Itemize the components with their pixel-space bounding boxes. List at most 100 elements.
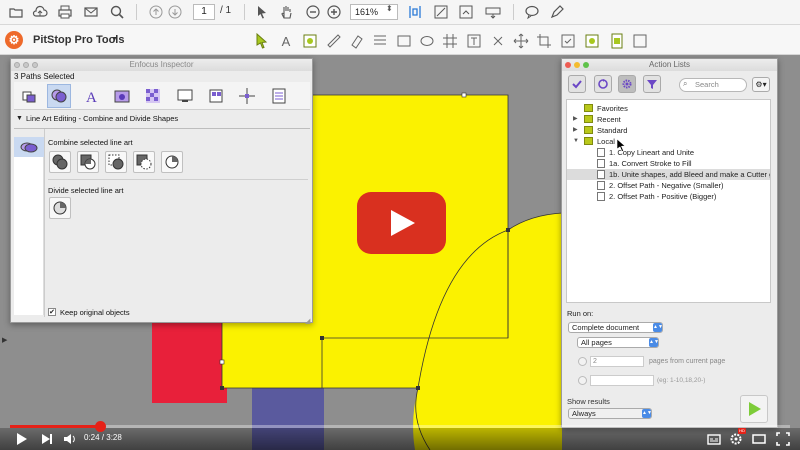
eraser-icon[interactable] (349, 33, 365, 49)
minimize-window-icon[interactable] (23, 62, 29, 68)
subtract-back-button[interactable] (161, 151, 183, 173)
select-cursor-icon[interactable] (253, 3, 271, 21)
tree-item-action-selected[interactable]: 1b. Unite shapes, add Bleed and make a C… (567, 169, 770, 180)
run-action-list-button[interactable] (740, 395, 768, 423)
print-icon[interactable] (56, 3, 74, 21)
tree-item-label: 1b. Unite shapes, add Bleed and make a C… (609, 170, 770, 179)
subtitles-icon[interactable] (706, 431, 722, 447)
run-on-select[interactable]: Complete document (568, 322, 663, 333)
tree-item-action[interactable]: 1a. Convert Stroke to Fill (567, 158, 770, 169)
tab-document-icon[interactable] (173, 84, 197, 108)
action-list-icon[interactable] (609, 33, 625, 49)
play-icon[interactable] (13, 431, 29, 447)
subtract-front-button[interactable] (133, 151, 155, 173)
tab-object-icon[interactable] (17, 84, 41, 108)
hand-tool-icon[interactable] (278, 3, 296, 21)
measure-icon[interactable] (326, 33, 342, 49)
collapse-arrow-icon[interactable]: ▼ (16, 115, 23, 122)
settings-gear-icon[interactable] (618, 75, 636, 93)
tab-position-icon[interactable] (235, 84, 259, 108)
fullscreen-icon[interactable] (775, 431, 791, 447)
pen-icon[interactable] (548, 3, 566, 21)
zoom-out-icon[interactable] (304, 3, 322, 21)
chevron-down-icon[interactable]: ▼ (111, 36, 118, 43)
expand-arrow-icon[interactable]: ▶ (573, 114, 578, 125)
tree-item-standard[interactable]: ▶ Standard (567, 125, 770, 136)
video-play-overlay-button[interactable] (357, 192, 446, 254)
intersect-shapes-button[interactable] (77, 151, 99, 173)
next-page-icon[interactable] (166, 3, 184, 21)
tree-item-action[interactable]: 1. Copy Lineart and Unite (567, 147, 770, 158)
zoom-window-icon[interactable] (32, 62, 38, 68)
filter-icon[interactable] (643, 75, 661, 93)
previous-page-icon[interactable] (147, 3, 165, 21)
cloud-upload-icon[interactable] (31, 3, 49, 21)
divide-shapes-button[interactable] (49, 197, 71, 219)
tab-image-icon[interactable] (110, 84, 134, 108)
search-icon[interactable] (108, 3, 126, 21)
page-range-radio[interactable] (578, 376, 587, 385)
crop-icon[interactable] (536, 33, 552, 49)
minimize-window-icon[interactable] (574, 62, 580, 68)
combine-divide-category[interactable] (14, 137, 44, 157)
tab-layout-icon[interactable] (204, 84, 228, 108)
tree-item-recent[interactable]: ▶ Recent (567, 114, 770, 125)
comment-icon[interactable] (457, 3, 475, 21)
next-video-icon[interactable] (39, 431, 55, 447)
tab-properties-icon[interactable] (267, 84, 291, 108)
resize-grip-icon[interactable]: ◢ (305, 317, 310, 325)
text-box-icon[interactable] (466, 33, 482, 49)
global-change-icon[interactable] (584, 33, 600, 49)
left-expand-arrow-icon[interactable]: ▶ (2, 336, 7, 344)
grid-tool-icon[interactable] (442, 33, 458, 49)
tree-item-action[interactable]: 2. Offset Path - Positive (Bigger) (567, 191, 770, 202)
keyboard-icon[interactable] (484, 3, 502, 21)
align-icon[interactable] (372, 33, 388, 49)
page-number-input[interactable]: 1 (193, 4, 215, 20)
zoom-in-icon[interactable] (325, 3, 343, 21)
tab-line-art-icon[interactable] (47, 84, 71, 108)
video-progress-handle[interactable] (95, 421, 106, 432)
unite-shapes-button[interactable] (49, 151, 71, 173)
tree-item-favorites[interactable]: Favorites (567, 103, 770, 114)
zoom-window-icon[interactable] (583, 62, 589, 68)
tree-item-action[interactable]: 2. Offset Path - Negative (Smaller) (567, 180, 770, 191)
text-tool-icon[interactable]: A (278, 33, 294, 49)
run-checkmark-icon[interactable] (568, 75, 586, 93)
video-progress-track[interactable] (10, 425, 790, 428)
ellipse-tool-icon[interactable] (419, 33, 435, 49)
fit-width-icon[interactable] (432, 3, 450, 21)
fit-page-icon[interactable] (406, 3, 424, 21)
keep-original-checkbox[interactable]: ✔ (48, 308, 56, 316)
image-tool-icon[interactable] (302, 33, 318, 49)
pages-count-input[interactable]: 2 (590, 356, 644, 367)
refresh-icon[interactable] (594, 75, 612, 93)
exclude-shapes-button[interactable] (105, 151, 127, 173)
side-column (14, 157, 44, 315)
close-window-icon[interactable] (14, 62, 20, 68)
tab-text-icon[interactable]: A (79, 84, 103, 108)
pages-select[interactable]: All pages (577, 337, 659, 348)
speech-bubble-icon[interactable] (523, 3, 541, 21)
options-gear-icon[interactable]: ⚙▾ (752, 77, 770, 92)
tree-item-local[interactable]: ▼ Local (567, 136, 770, 147)
move-icon[interactable] (513, 33, 529, 49)
mail-icon[interactable] (82, 3, 100, 21)
preflight-icon[interactable] (560, 33, 576, 49)
volume-icon[interactable] (62, 431, 78, 447)
certified-pdf-icon[interactable] (632, 33, 648, 49)
page-range-input[interactable] (590, 375, 654, 386)
close-window-icon[interactable] (565, 62, 571, 68)
pages-from-current-radio[interactable] (578, 357, 587, 366)
search-input[interactable]: Search (679, 78, 747, 92)
theater-mode-icon[interactable] (751, 431, 767, 447)
expand-arrow-icon[interactable]: ▶ (573, 125, 578, 136)
show-results-select[interactable]: Always (568, 408, 652, 419)
main-toolbar: 1 / 1 161% ⬍ (0, 0, 800, 25)
rectangle-tool-icon[interactable] (396, 33, 412, 49)
open-icon[interactable] (7, 3, 25, 21)
tab-shading-icon[interactable] (141, 84, 165, 108)
pitstop-select-icon[interactable] (254, 33, 270, 49)
collapse-arrow-icon[interactable]: ▼ (573, 136, 579, 147)
transform-icon[interactable] (490, 33, 506, 49)
